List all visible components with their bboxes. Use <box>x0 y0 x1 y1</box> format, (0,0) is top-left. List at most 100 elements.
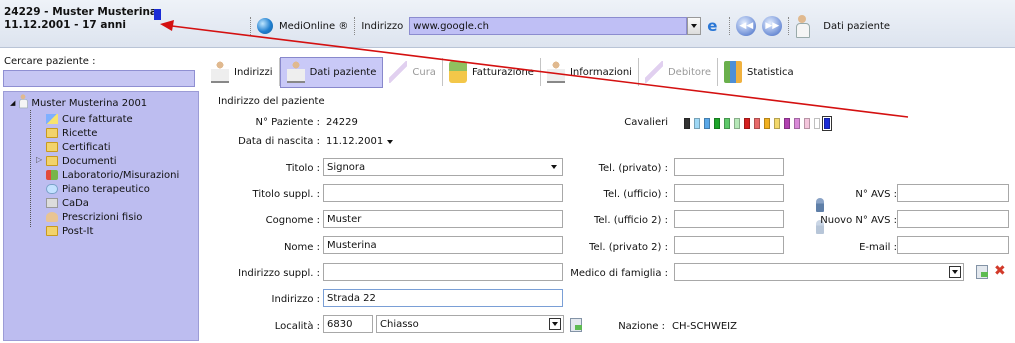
person-icon[interactable] <box>816 198 824 212</box>
document-icon[interactable] <box>976 265 988 279</box>
back-button[interactable]: ◀◀ <box>736 16 757 36</box>
cavaliere-color-15[interactable] <box>822 116 832 131</box>
cavaliere-color-1[interactable] <box>684 118 690 129</box>
cavaliere-color-4[interactable] <box>714 118 720 129</box>
name-input[interactable]: Musterina <box>323 236 563 254</box>
cavaliere-color-9[interactable] <box>764 118 770 129</box>
email-input[interactable] <box>897 236 1009 254</box>
family-doctor-dropdown-button[interactable] <box>949 266 961 278</box>
cavaliere-color-14[interactable] <box>814 118 820 129</box>
patient-no-value: 24229 <box>326 117 358 128</box>
tab-label: Fatturazione <box>471 66 534 78</box>
surname-input[interactable]: Muster <box>323 210 563 228</box>
separator <box>250 17 251 35</box>
cavaliere-color-8[interactable] <box>754 118 760 129</box>
email-label: E-mail : <box>859 242 897 253</box>
url-dropdown-button[interactable] <box>687 17 702 35</box>
birth-label: Data di nascita : <box>238 136 320 147</box>
patient-icon <box>19 94 29 109</box>
separator <box>729 17 731 35</box>
phone-priv2-input[interactable] <box>674 236 784 254</box>
new-avs-input[interactable] <box>897 210 1009 228</box>
tree-item-label: Laboratorio/Misurazioni <box>62 169 180 181</box>
doctor-icon[interactable] <box>795 15 811 38</box>
phone-office-input[interactable] <box>674 184 784 202</box>
ie-icon[interactable]: e <box>707 18 723 34</box>
avs-input[interactable] <box>897 184 1009 202</box>
tree-item-cada[interactable]: CaDa <box>46 196 89 210</box>
surname-label: Cognome : <box>265 215 320 226</box>
url-input[interactable]: www.google.ch <box>409 17 688 35</box>
tree-item-documenti[interactable]: Documenti <box>46 154 117 168</box>
back-icon: ◀◀ <box>739 21 754 31</box>
cavaliere-color-13[interactable] <box>804 118 810 129</box>
cavaliere-color-6[interactable] <box>734 118 740 129</box>
chevron-down-icon[interactable] <box>551 165 557 169</box>
title-suppl-input[interactable] <box>323 184 563 202</box>
chevron-down-icon[interactable] <box>387 139 394 144</box>
tree-item-ricette[interactable]: Ricette <box>46 126 97 140</box>
expand-icon[interactable]: ▷ <box>36 155 42 164</box>
cavaliere-color-5[interactable] <box>724 118 730 129</box>
medionline-link[interactable]: MediOnline ® <box>279 21 348 32</box>
patient-form: Indirizzo del paziente N° Paziente : 242… <box>204 90 1015 343</box>
search-input[interactable] <box>3 70 195 87</box>
cavaliere-color-7[interactable] <box>744 118 750 129</box>
folder-icon <box>46 128 58 138</box>
tab-indirizzi[interactable]: Indirizzi <box>205 58 280 86</box>
tree-item-laboratorio[interactable]: Laboratorio/Misurazioni <box>46 168 179 182</box>
tree-item-postit[interactable]: Post-It <box>46 224 93 238</box>
cavaliere-color-3[interactable] <box>704 118 710 129</box>
lab-icon <box>46 170 58 180</box>
tab-informazioni[interactable]: Informazioni <box>541 58 639 86</box>
family-doctor-select[interactable] <box>674 263 964 281</box>
tree-item-fisio[interactable]: Prescrizioni fisio <box>46 210 142 224</box>
phone-office2-input[interactable] <box>674 210 784 228</box>
city-dropdown-button[interactable] <box>549 318 561 330</box>
addr-suppl-input[interactable] <box>323 263 563 281</box>
tree-item-label: Cure fatturate <box>62 113 133 125</box>
tree-root[interactable]: ◢ Muster Musterina 2001 <box>10 94 147 110</box>
tab-cura[interactable]: Cura <box>383 58 443 86</box>
tree-item-cure[interactable]: Cure fatturate <box>46 112 133 126</box>
forward-button[interactable]: ▶▶ <box>762 16 783 36</box>
tree-item-label: Post-It <box>62 225 94 237</box>
chevron-down-icon <box>952 270 958 274</box>
tab-fatturazione[interactable]: Fatturazione <box>443 58 541 86</box>
cavaliere-color-10[interactable] <box>774 118 780 129</box>
tree-item-label: CaDa <box>62 197 89 209</box>
cavaliere-color-12[interactable] <box>794 118 800 129</box>
card-icon <box>46 198 58 208</box>
collapse-icon[interactable]: ◢ <box>10 99 15 107</box>
birth-date-picker[interactable]: 11.12.2001 <box>326 136 394 147</box>
tree-item-certificati[interactable]: Certificati <box>46 140 111 154</box>
tree-item-label: Documenti <box>62 155 117 167</box>
tab-dati-paziente[interactable]: Dati paziente <box>279 56 384 88</box>
name-label: Nome : <box>283 242 320 253</box>
patient-birth-age: 11.12.2001 - 17 anni <box>4 19 126 31</box>
delete-icon[interactable]: ✖ <box>994 264 1006 278</box>
tree-item-piano[interactable]: Piano terapeutico <box>46 182 150 196</box>
tab-debitore[interactable]: Debitore <box>639 58 719 86</box>
address-input[interactable]: Strada 22 <box>323 289 563 307</box>
folder-icon <box>46 226 58 236</box>
tab-label: Statistica <box>747 66 794 78</box>
url-text: www.google.ch <box>413 20 489 32</box>
document-icon[interactable] <box>570 318 582 332</box>
doctor-icon <box>286 61 305 83</box>
cavaliere-color-2[interactable] <box>694 118 700 129</box>
title-select[interactable]: Signora <box>323 158 563 176</box>
zip-input[interactable]: 6830 <box>323 315 373 333</box>
title-label: Titolo : <box>285 163 320 174</box>
globe-icon[interactable] <box>257 18 273 34</box>
tree-line <box>30 110 31 227</box>
tab-statistica[interactable]: Statistica <box>718 58 800 86</box>
phone-priv-input[interactable] <box>674 158 784 176</box>
patient-header[interactable]: 24229 - Muster Musterina 11.12.2001 - 17… <box>4 6 194 42</box>
patient-data-button[interactable]: Dati paziente <box>823 21 890 32</box>
city-select[interactable]: Chiasso <box>376 315 564 333</box>
address-value: Strada 22 <box>327 292 376 304</box>
pen-icon <box>389 61 408 83</box>
cavaliere-color-11[interactable] <box>784 118 790 129</box>
money-icon <box>448 61 467 83</box>
